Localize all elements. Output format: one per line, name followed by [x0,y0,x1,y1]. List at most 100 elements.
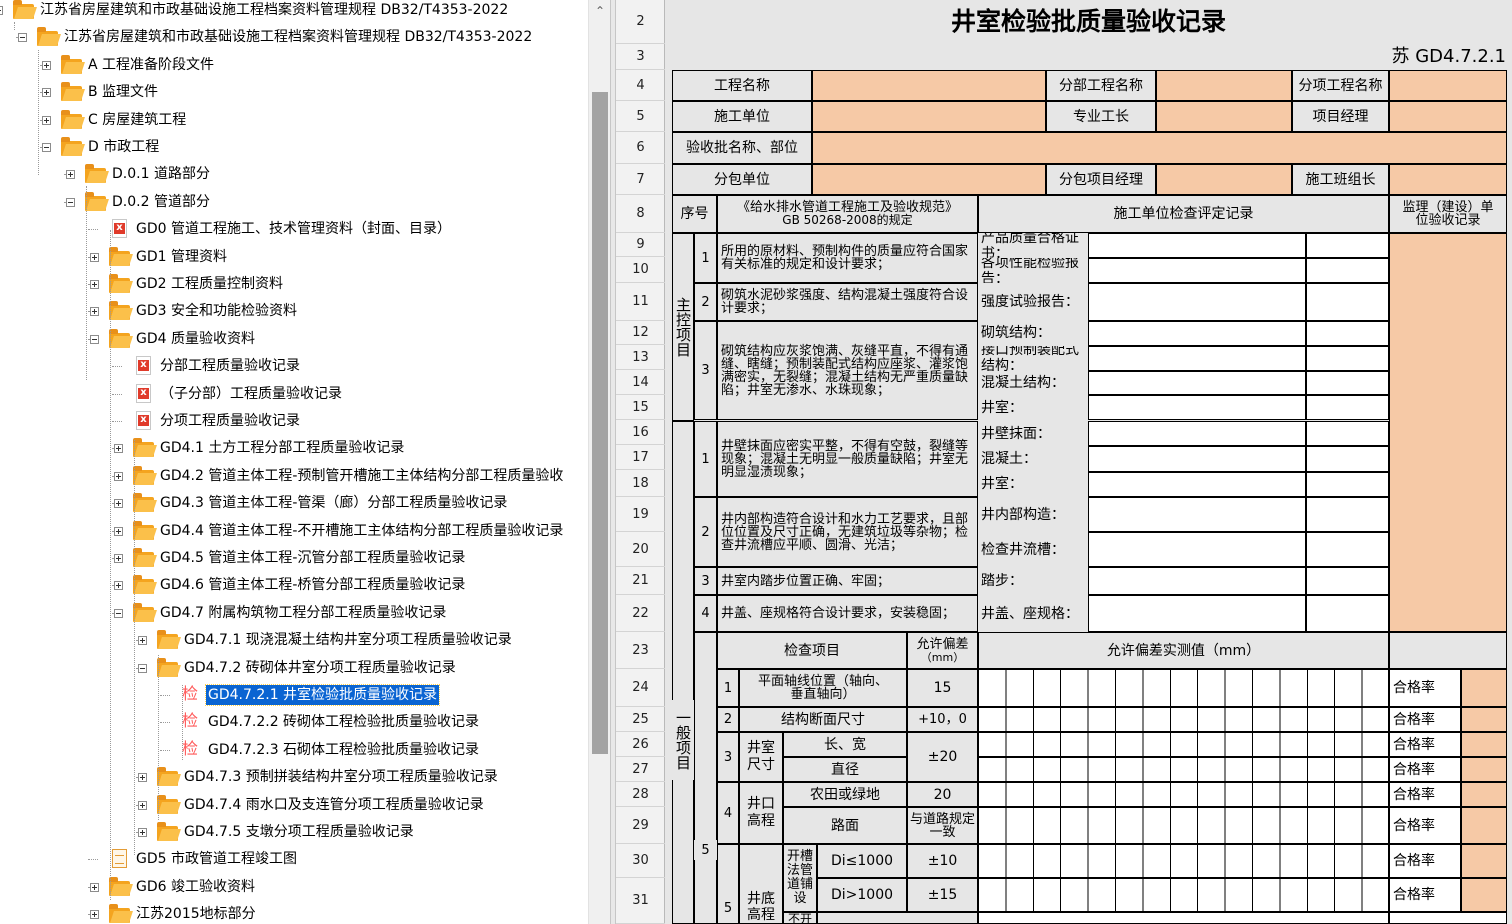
file-tree[interactable]: 江苏省房屋建筑和市政基础设施工程档案资料管理规程 DB32/T4353-2022… [0,0,588,924]
measured-values-row[interactable] [978,844,1389,878]
row-header[interactable]: 12 [616,321,665,345]
row-header[interactable]: 15 [616,395,665,420]
general-item-check-input[interactable] [1088,421,1306,447]
tree-node-label[interactable]: 江苏省房屋建筑和市政基础设施工程档案资料管理规程 DB32/T4353-2022 [62,27,534,47]
main-item-check-extra[interactable] [1306,233,1389,258]
row-header[interactable]: 26 [616,732,665,757]
collapse-minus-icon[interactable] [138,664,147,673]
scroll-thumb[interactable] [592,92,608,754]
row-header[interactable]: 30 [616,844,665,878]
measured-values-row[interactable] [978,757,1389,782]
input-supervisor-record[interactable] [1389,233,1507,632]
general-item-check-extra[interactable] [1306,567,1389,595]
tree-node-label[interactable]: 分项工程质量验收记录 [158,411,302,431]
input-team-leader[interactable] [1389,164,1507,195]
row-header[interactable]: 31 [616,878,665,924]
tree-node-label[interactable]: GD0 管道工程施工、技术管理资料（封面、目录） [134,219,453,239]
row-header[interactable]: 7 [616,164,665,195]
expand-plus-icon[interactable] [66,170,75,179]
main-item-check-extra[interactable] [1306,395,1389,420]
main-item-check-input[interactable] [1088,395,1306,420]
row-header[interactable]: 8 [616,195,665,233]
input-sub-pm[interactable] [1156,164,1292,195]
input-subcontractor[interactable] [812,164,1046,195]
expand-plus-icon[interactable] [138,636,147,645]
row-header[interactable]: 22 [616,595,665,632]
expand-plus-icon[interactable] [90,253,99,262]
row-header[interactable]: 14 [616,370,665,395]
input-item-name[interactable] [1389,70,1507,101]
general-item-check-extra[interactable] [1306,471,1389,497]
tree-node-label[interactable]: B 监理文件 [86,82,160,102]
tree-node-label[interactable]: GD3 安全和功能检验资料 [134,301,299,321]
tree-node-label[interactable]: GD6 竣工验收资料 [134,877,257,897]
expand-plus-icon[interactable] [138,773,147,782]
tree-node-label[interactable]: GD4.1 土方工程分部工程质量验收记录 [158,438,406,458]
main-item-check-input[interactable] [1088,370,1306,396]
main-item-check-extra[interactable] [1306,258,1389,283]
expand-plus-icon[interactable] [114,472,123,481]
expand-plus-icon[interactable] [42,88,51,97]
general-item-check-input[interactable] [1088,532,1306,567]
input-foreman[interactable] [1156,101,1292,132]
row-header[interactable]: 19 [616,497,665,532]
row-header[interactable]: 20 [616,532,665,567]
general-item-check-extra[interactable] [1306,497,1389,532]
row-header[interactable]: 23 [616,632,665,669]
row-header[interactable]: 13 [616,345,665,370]
collapse-minus-icon[interactable] [66,198,75,207]
general-item-check-input[interactable] [1088,471,1306,497]
pass-rate-input[interactable] [1461,669,1507,707]
collapse-minus-icon[interactable] [18,33,27,42]
row-header[interactable]: 6 [616,132,665,164]
measured-values-row[interactable] [978,807,1389,844]
input-project-manager[interactable] [1389,101,1507,132]
collapse-minus-icon[interactable] [114,609,123,618]
main-item-check-extra[interactable] [1306,370,1389,396]
row-header[interactable]: 17 [616,445,665,470]
tree-node-label[interactable]: GD4.7.5 支墩分项工程质量验收记录 [182,822,416,842]
pass-rate-input[interactable] [1461,782,1507,807]
general-item-check-extra[interactable] [1306,532,1389,567]
main-item-check-input[interactable] [1088,321,1306,346]
row-header[interactable]: 10 [616,257,665,283]
tree-node-label[interactable]: GD4.7.1 现浇混凝土结构井室分项工程质量验收记录 [182,630,514,650]
tree-node-label[interactable]: GD1 管理资料 [134,247,229,267]
tree-node-label[interactable]: GD4.5 管道主体工程-沉管分部工程质量验收记录 [158,548,467,568]
pass-rate-input[interactable] [1461,732,1507,757]
tree-node-label[interactable]: （子分部）工程质量验收记录 [158,384,344,404]
expand-plus-icon[interactable] [138,801,147,810]
main-item-check-input[interactable] [1088,233,1306,258]
tree-node-label[interactable]: GD4.7.2.2 砖砌体工程检验批质量验收记录 [206,712,481,732]
pass-rate-input[interactable] [1461,757,1507,782]
tree-node-label[interactable]: GD4.7.4 雨水口及支连管分项工程质量验收记录 [182,795,486,815]
tree-node-label[interactable]: GD4.7.2.3 石砌体工程检验批质量验收记录 [206,740,481,760]
general-item-check-input[interactable] [1088,567,1306,595]
tree-node-label[interactable]: GD4.3 管道主体工程-管渠（廊）分部工程质量验收记录 [158,493,509,513]
input-contractor[interactable] [812,101,1046,132]
tree-node-label[interactable]: A 工程准备阶段文件 [86,55,216,75]
row-header[interactable]: 4 [616,70,665,101]
expand-plus-icon[interactable] [42,116,51,125]
main-item-check-extra[interactable] [1306,345,1389,371]
collapse-minus-icon[interactable] [42,143,51,152]
tree-node-label[interactable]: GD4.7.2 砖砌体井室分项工程质量验收记录 [182,658,458,678]
row-header[interactable]: 18 [616,470,665,497]
tree-node-label[interactable]: D 市政工程 [86,137,161,157]
pass-rate-input[interactable] [1461,844,1507,878]
tree-node-label[interactable]: 江苏2015地标部分 [134,904,258,924]
general-item-check-extra[interactable] [1306,595,1389,632]
measured-values-row[interactable] [978,669,1389,707]
general-item-check-extra[interactable] [1306,446,1389,472]
tree-node-label[interactable]: D.0.1 道路部分 [110,164,212,184]
row-header[interactable]: 29 [616,807,665,844]
row-header[interactable]: 28 [616,782,665,807]
general-item-check-input[interactable] [1088,497,1306,532]
row-header[interactable]: 24 [616,669,665,707]
collapse-minus-icon[interactable] [90,335,99,344]
tree-node-label[interactable]: C 房屋建筑工程 [86,110,188,130]
scroll-up-arrow-icon[interactable]: ⌃ [589,0,611,22]
expand-plus-icon[interactable] [114,444,123,453]
tree-node-label[interactable]: GD4.2 管道主体工程-预制管开槽施工主体结构分部工程质量验收 [158,466,565,486]
tree-node-label[interactable]: GD4.4 管道主体工程-不开槽施工主体结构分部工程质量验收记录 [158,521,565,541]
